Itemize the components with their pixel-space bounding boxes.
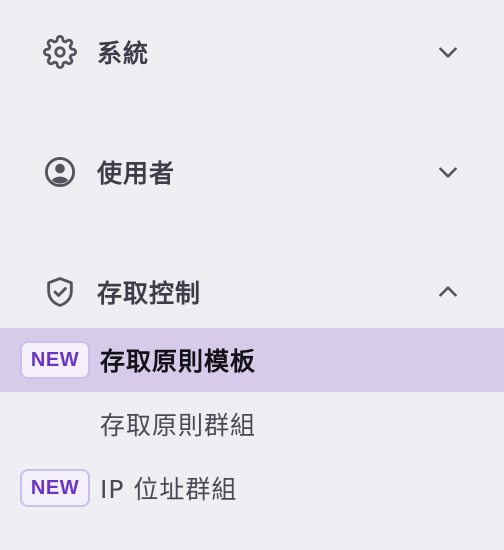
nav-item-access-policy-groups[interactable]: 存取原則群組 bbox=[0, 392, 504, 456]
nav-item-ip-address-groups[interactable]: NEW IP 位址群組 bbox=[0, 456, 504, 520]
chevron-down-icon[interactable] bbox=[432, 36, 464, 68]
new-badge: NEW bbox=[20, 469, 90, 507]
nav-item-label: IP 位址群組 bbox=[100, 475, 238, 504]
chevron-down-icon[interactable] bbox=[432, 156, 464, 188]
gear-icon bbox=[42, 34, 78, 70]
chevron-up-icon[interactable] bbox=[432, 276, 464, 308]
nav-section-system[interactable]: 系統 bbox=[0, 22, 504, 82]
shield-check-icon bbox=[42, 274, 78, 310]
user-circle-icon bbox=[42, 154, 78, 190]
new-badge: NEW bbox=[20, 341, 90, 379]
nav-section-label: 使用者 bbox=[97, 159, 176, 188]
nav-section-label: 系統 bbox=[97, 39, 150, 68]
nav-item-label: 存取原則群組 bbox=[100, 411, 257, 440]
nav-section-access-control[interactable]: 存取控制 bbox=[0, 262, 504, 322]
nav-section-label: 存取控制 bbox=[97, 279, 202, 308]
nav-item-access-policy-templates[interactable]: NEW 存取原則模板 bbox=[0, 328, 504, 392]
nav-item-label: 存取原則模板 bbox=[100, 347, 257, 376]
nav-section-users[interactable]: 使用者 bbox=[0, 142, 504, 202]
